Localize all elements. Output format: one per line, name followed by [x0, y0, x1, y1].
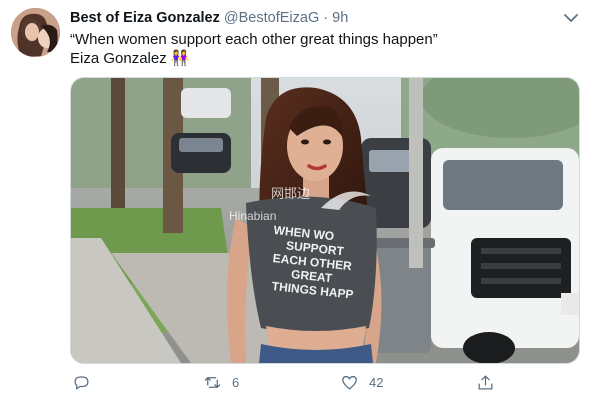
share-icon	[478, 375, 493, 389]
tweet-photo[interactable]: WHEN WO SUPPORT EACH OTHER GREAT THINGS …	[70, 77, 580, 364]
retweet-count: 6	[232, 374, 240, 390]
author-handle[interactable]: @BestofEizaG	[224, 10, 319, 26]
tweet-text-line1: “When women support each other great thi…	[70, 31, 438, 48]
author-name[interactable]: Best of Eiza Gonzalez	[70, 10, 220, 26]
women-emoji-icon: 👭	[170, 50, 190, 67]
tweet-header: Best of Eiza Gonzalez @BestofEizaG · 9h	[70, 9, 581, 29]
like-count: 42	[369, 374, 384, 390]
tweet[interactable]: Best of Eiza Gonzalez @BestofEizaG · 9h …	[0, 0, 591, 405]
separator-dot: ·	[323, 10, 329, 26]
share-button[interactable]	[476, 370, 495, 394]
avatar[interactable]	[11, 8, 60, 57]
chevron-down-icon[interactable]	[561, 8, 581, 28]
reply-button[interactable]	[72, 370, 101, 394]
reply-icon	[74, 375, 89, 389]
retweet-icon	[204, 376, 221, 388]
tweet-text-line2: Eiza Gonzalez 👭	[70, 49, 550, 68]
retweet-button[interactable]: 6	[203, 370, 239, 394]
tweet-text-name: Eiza Gonzalez	[70, 50, 167, 67]
tweet-actions: 6 42	[70, 370, 510, 394]
watermark-en: Hinabian	[229, 209, 276, 223]
timestamp[interactable]: 9h	[332, 10, 348, 26]
heart-icon	[342, 375, 357, 389]
like-button[interactable]: 42	[340, 370, 383, 394]
tweet-text: “When women support each other great thi…	[70, 30, 550, 68]
photo-scene: WHEN WO SUPPORT EACH OTHER GREAT THINGS …	[71, 78, 579, 363]
watermark-cn: 网邯边	[271, 186, 310, 201]
